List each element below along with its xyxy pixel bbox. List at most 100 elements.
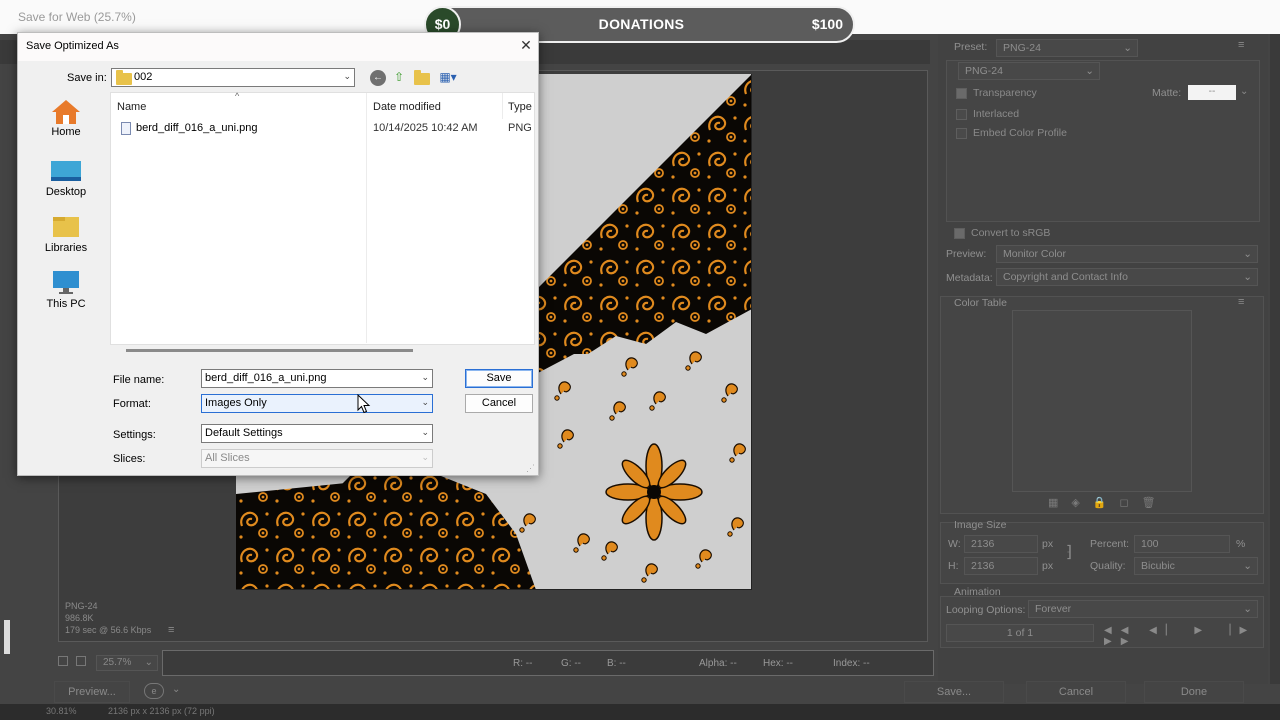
chevron-down-icon: ⌄ [1243, 603, 1252, 615]
animation-label: Animation [954, 586, 1001, 598]
browser-icon[interactable]: e [144, 683, 164, 699]
preset-select[interactable]: PNG-24 ⌄ [996, 39, 1138, 57]
color-table-tools[interactable]: ▦◈🔒◻🗑 [1048, 496, 1169, 509]
transparency-checkbox[interactable]: Transparency [956, 87, 1037, 99]
info-size: 986.8K [65, 613, 94, 623]
link-icon[interactable]: ⁆ [1066, 542, 1072, 562]
h-label: H: [948, 560, 959, 572]
convert-srgb-checkbox[interactable]: Convert to sRGB [954, 227, 1050, 239]
preset-label: Preset: [954, 41, 988, 53]
horizontal-scrollbar[interactable] [126, 349, 413, 352]
format-select[interactable]: Images Only ⌄ [201, 394, 433, 413]
animation-controls[interactable]: ◀◀ ◀▏ ▶ ▕▶ ▶▶ [1104, 625, 1268, 647]
mouse-cursor-icon [357, 394, 371, 414]
sfw-cancel-button[interactable]: Cancel [1026, 681, 1126, 703]
folder-icon [414, 70, 430, 85]
info-menu-icon[interactable]: ≡ [168, 624, 174, 636]
settings-label: Settings: [113, 429, 156, 441]
color-table-label: Color Table [954, 297, 1007, 309]
chevron-down-icon: ⌄ [144, 657, 153, 668]
dialog-title: Save Optimized As [26, 40, 119, 52]
preview-value: Monitor Color [1003, 248, 1067, 260]
w-px-unit: px [1042, 538, 1054, 550]
interlaced-checkbox[interactable]: Interlaced [956, 108, 1019, 120]
file-row[interactable]: berd_diff_016_a_uni.png 10/14/2025 10:42… [117, 119, 532, 137]
donations-goal: $100 [811, 16, 843, 32]
checkbox-icon [956, 127, 967, 139]
matte-label: Matte: [1152, 87, 1182, 99]
metadata-select[interactable]: Copyright and Contact Info ⌄ [996, 268, 1258, 286]
zoom-select[interactable]: 25.7% ⌄ [96, 655, 158, 671]
view-menu-icon[interactable]: ▦▾ [436, 69, 460, 85]
toggle-view-icon[interactable] [76, 656, 86, 666]
back-icon[interactable]: ← [370, 70, 386, 86]
slices-select[interactable]: All Slices ⌄ [201, 449, 433, 468]
up-folder-icon[interactable]: ⇧ [391, 69, 407, 85]
close-icon[interactable]: ✕ [518, 37, 534, 55]
resize-grip-icon[interactable]: ⋰ [526, 463, 535, 474]
save-in-select[interactable]: 002 ⌄ [111, 68, 355, 87]
place-libraries[interactable]: Libraries [27, 215, 105, 254]
matte-field[interactable]: -- [1188, 85, 1236, 100]
folder-icon [116, 70, 132, 85]
place-desktop[interactable]: Desktop [27, 159, 105, 198]
looping-select[interactable]: Forever ⌄ [1028, 600, 1258, 618]
embed-profile-checkbox[interactable]: Embed Color Profile [956, 127, 1067, 139]
sfw-done-button[interactable]: Done [1144, 681, 1244, 703]
readout-index: Index: -- [833, 658, 870, 669]
panel-menu-icon[interactable]: ≡ [1238, 39, 1244, 51]
toggle-slices-icon[interactable] [58, 656, 68, 666]
png-file-icon [121, 122, 131, 135]
chevron-down-icon[interactable]: ⌄ [172, 684, 180, 695]
save-button[interactable]: Save [465, 369, 533, 388]
status-dims: 2136 px x 2136 px (72 ppi) [108, 706, 215, 716]
preset-value: PNG-24 [1003, 42, 1041, 54]
save-optimized-dialog: Save Optimized As ✕ Save in: 002 ⌄ ← ⇧ ▦… [17, 32, 539, 476]
chevron-down-icon: ⌄ [1085, 65, 1094, 77]
chevron-down-icon: ⌄ [1243, 248, 1252, 260]
color-table-swatches[interactable] [1012, 310, 1192, 492]
readout-r: R: -- [513, 658, 533, 669]
format-label: Format: [113, 398, 151, 410]
column-header-name[interactable]: Name [117, 101, 146, 113]
cancel-button[interactable]: Cancel [465, 394, 533, 413]
color-table-menu-icon[interactable]: ≡ [1238, 296, 1244, 308]
file-name: berd_diff_016_a_uni.png [136, 122, 258, 134]
computer-icon [51, 271, 81, 295]
readout-g: G: -- [561, 658, 581, 669]
desktop-icon [51, 159, 81, 183]
percent-label: Percent: [1090, 538, 1130, 550]
filename-input[interactable]: berd_diff_016_a_uni.png ⌄ [201, 369, 433, 388]
preview-button[interactable]: Preview... [54, 681, 130, 703]
width-input[interactable]: 2136 [964, 535, 1038, 553]
slices-value: All Slices [205, 452, 250, 464]
chevron-down-icon[interactable]: ⌄ [1240, 86, 1248, 97]
readout-hex: Hex: -- [763, 658, 793, 669]
slices-label: Slices: [113, 453, 146, 465]
column-header-type[interactable]: Type [508, 101, 532, 113]
place-home[interactable]: Home [27, 99, 105, 138]
quality-select[interactable]: Bicubic ⌄ [1134, 557, 1258, 575]
new-folder-icon[interactable] [414, 70, 430, 85]
sfw-save-button[interactable]: Save... [904, 681, 1004, 703]
transparency-label: Transparency [973, 87, 1037, 99]
file-list[interactable]: Name ^ Date modified Type berd_diff_016_… [110, 91, 535, 345]
place-desktop-label: Desktop [45, 186, 87, 198]
place-this-pc[interactable]: This PC [27, 271, 105, 310]
h-px-unit: px [1042, 560, 1054, 572]
settings-select[interactable]: Default Settings ⌄ [201, 424, 433, 443]
height-input[interactable]: 2136 [964, 557, 1038, 575]
looping-label: Looping Options: [946, 604, 1026, 616]
embed-profile-label: Embed Color Profile [973, 127, 1067, 139]
format-select[interactable]: PNG-24 ⌄ [958, 62, 1100, 80]
right-scrollbar[interactable] [1270, 34, 1280, 684]
format-value: PNG-24 [965, 65, 1003, 77]
preview-select[interactable]: Monitor Color ⌄ [996, 245, 1258, 263]
place-home-label: Home [51, 126, 81, 138]
column-header-date[interactable]: Date modified [373, 101, 441, 113]
percent-input[interactable]: 100 [1134, 535, 1230, 553]
file-type: PNG [508, 122, 532, 134]
sfw-window-title: Save for Web (25.7%) [18, 10, 136, 24]
filename-label: File name: [113, 374, 165, 386]
settings-panel: Preset: PNG-24 ⌄ ≡ PNG-24 ⌄ Transparency M… [938, 34, 1268, 684]
